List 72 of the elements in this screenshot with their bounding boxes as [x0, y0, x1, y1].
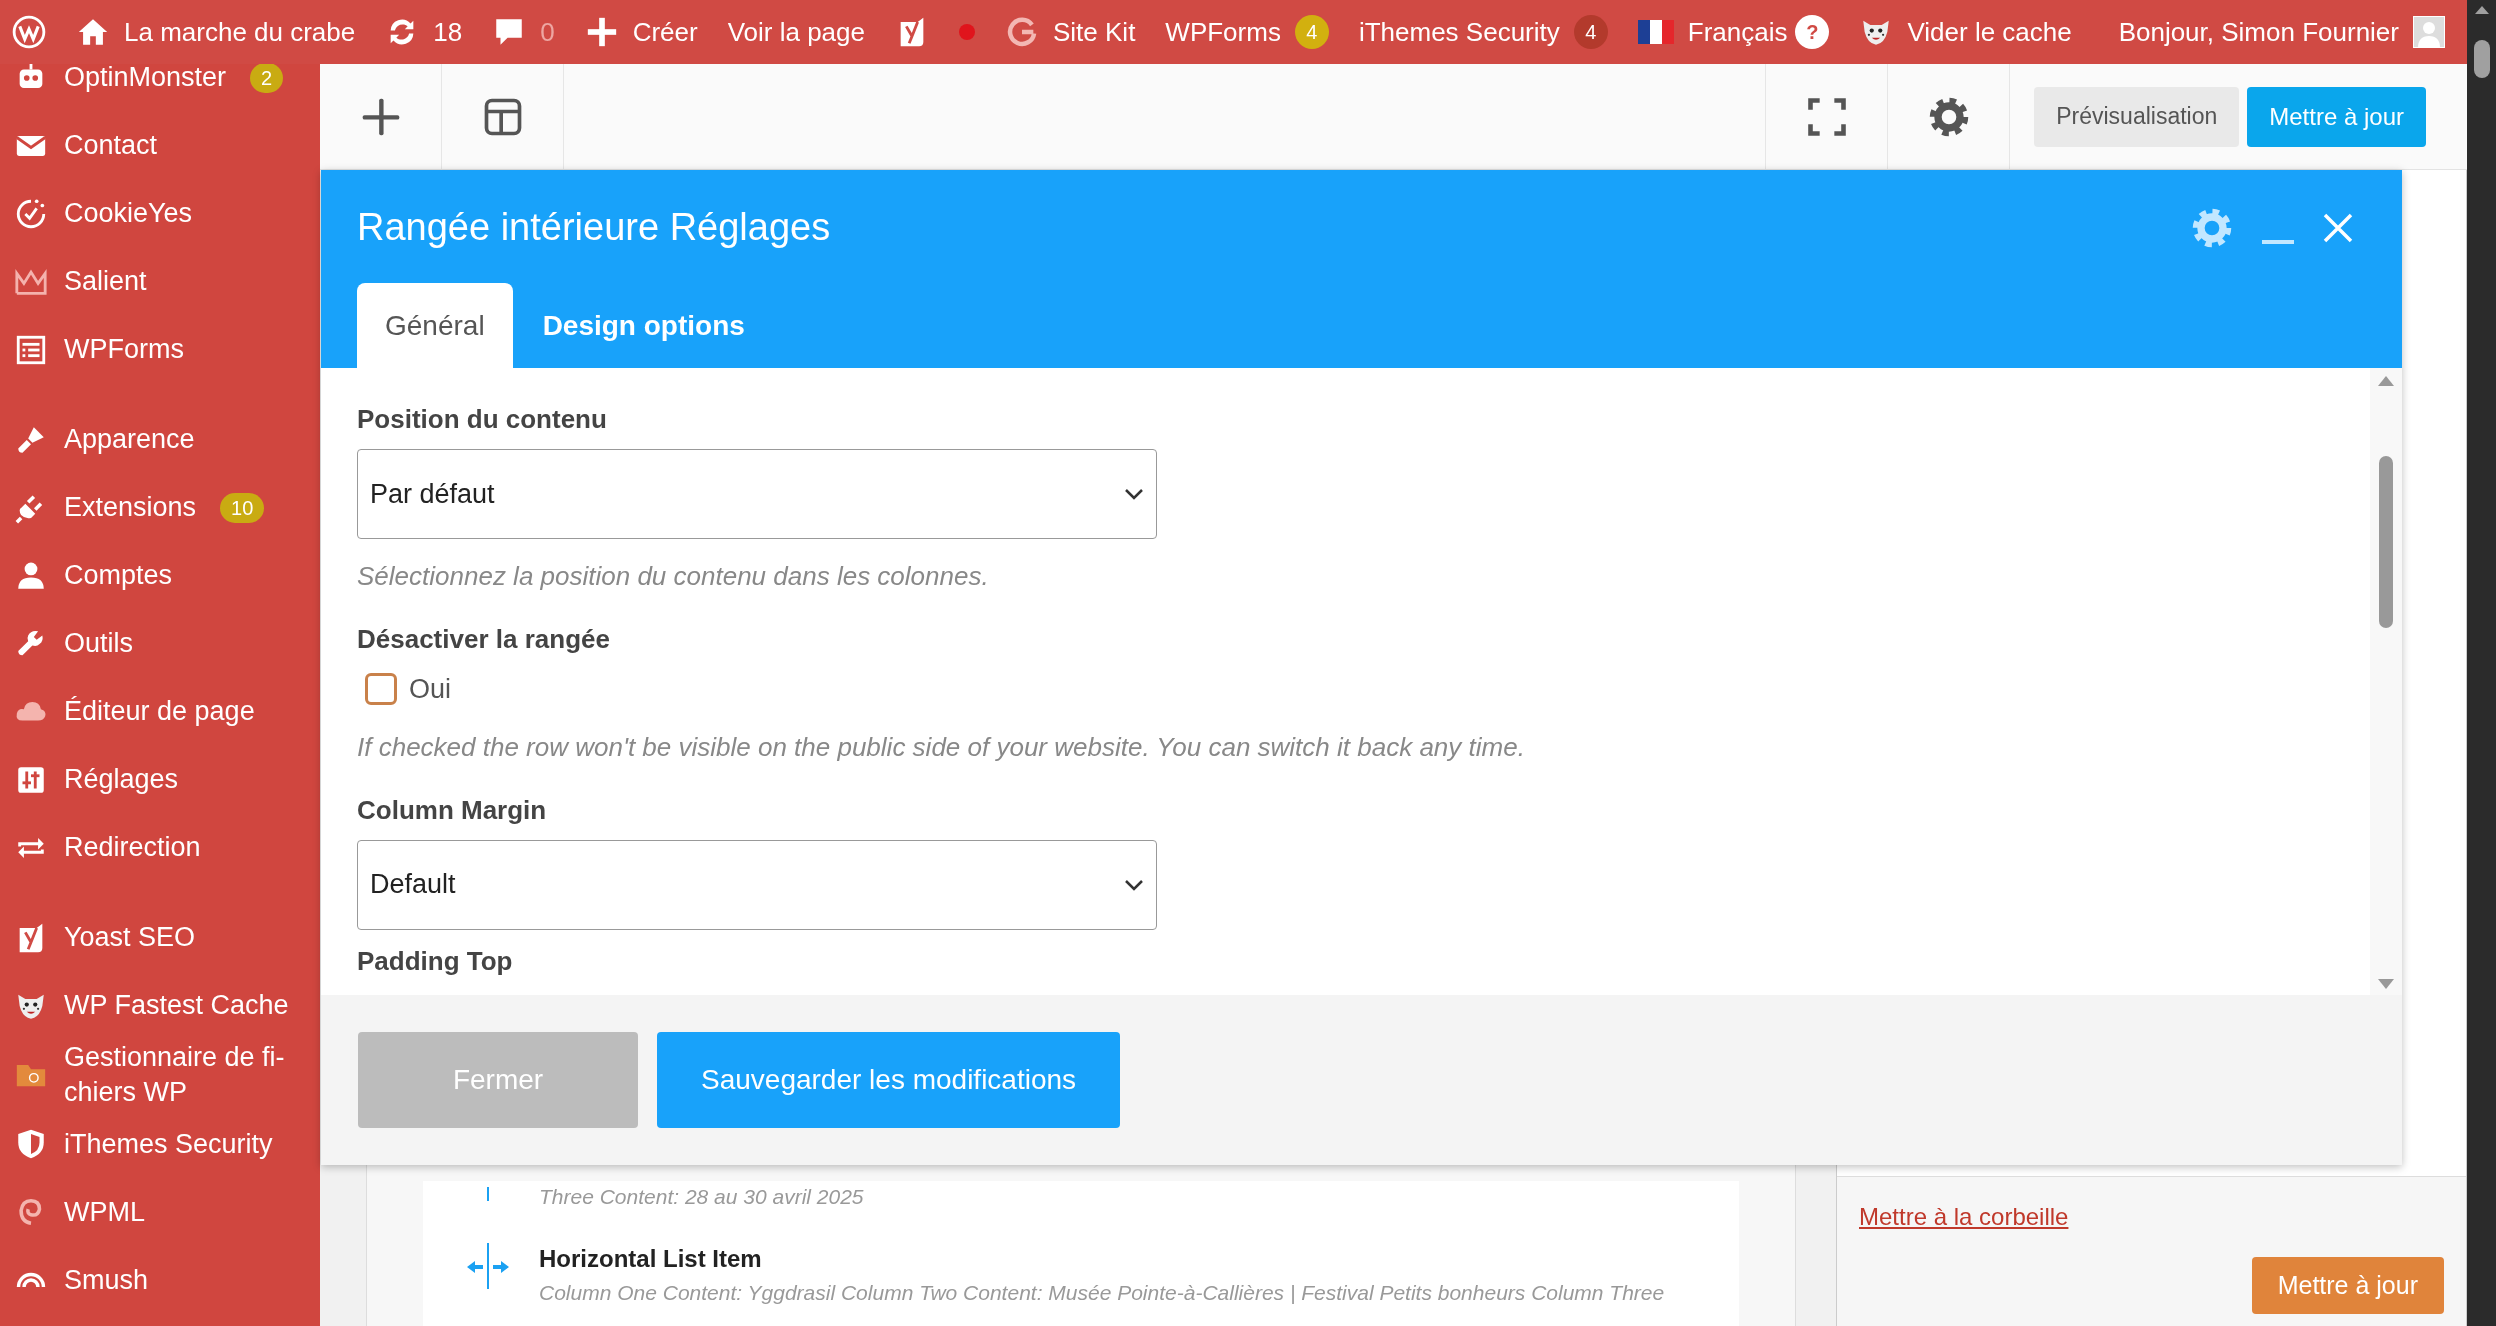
sidebar-item[interactable]: Yoast SEO — [0, 904, 320, 972]
sidebar-item[interactable]: Outils — [0, 610, 320, 678]
chevron-down-icon — [1124, 878, 1144, 891]
sidebar-item[interactable]: WP Fastest Cache — [0, 972, 320, 1040]
menu-link[interactable]: Vider le cache — [1907, 12, 2072, 52]
menu-link[interactable]: Français — [1687, 12, 1788, 52]
tab[interactable]: Général — [357, 283, 513, 368]
minimize-icon — [2262, 239, 2294, 244]
sidebar-item[interactable]: Gestionnaire de fi- chiers WP — [0, 1040, 320, 1111]
close-icon — [2322, 211, 2354, 244]
google-logo-icon — [1005, 15, 1039, 49]
sidebar-item[interactable]: Comptes — [0, 542, 320, 610]
scrollbar[interactable] — [2370, 368, 2402, 995]
sidebar-item[interactable]: OptinMonster 2 — [0, 64, 320, 112]
scrollbar-thumb[interactable] — [2474, 40, 2490, 78]
help-button[interactable]: ? — [1795, 15, 1830, 49]
menu-link[interactable]: 18 — [433, 12, 463, 52]
sidebar-item[interactable]: Contact — [0, 112, 320, 180]
menu-link[interactable]: WPForms — [1165, 12, 1281, 52]
select-field[interactable]: Par défaut — [357, 449, 1157, 539]
browser-scrollbar[interactable] — [2467, 0, 2496, 1326]
scrollbar-thumb[interactable] — [2379, 456, 2393, 628]
avatar-icon — [2413, 16, 2445, 48]
save-button[interactable]: Sauvegarder les modifications — [657, 1032, 1121, 1128]
tab[interactable]: Design options — [514, 283, 773, 368]
preview-button[interactable]: Prévisualisation — [2034, 86, 2240, 147]
divider-line — [487, 1186, 489, 1201]
element-description: Column One Content: Yggdrasil Column Two Content: Musée Pointe-à-Callières | Festival Petits bonheurs Column Three — [539, 1279, 1665, 1306]
help-text: Sélectionnez la position du contenu dans les colonnes. — [357, 560, 990, 593]
checkbox-label[interactable]: Oui — [409, 669, 452, 710]
help-text: If checked the row won't be visible on the public side of your website. You can switch it back any time. — [357, 730, 1526, 764]
menu-link[interactable]: iThemes Security — [1358, 12, 1560, 52]
count-badge: 4 — [1294, 15, 1329, 49]
field-label: Column Margin — [357, 793, 548, 827]
count-badge: 4 — [1573, 15, 1608, 49]
element-description: Three Content: 28 au 30 avril 2025 — [539, 1184, 864, 1210]
update-button[interactable]: Mettre à jour — [2251, 1256, 2444, 1314]
sidebar-item[interactable]: iThemes Security — [0, 1110, 320, 1179]
count-badge: 2 — [250, 64, 284, 93]
cookie-check-icon — [14, 197, 48, 231]
account-link[interactable]: Bonjour, Simon Fournier — [2118, 12, 2399, 52]
sidebar-item[interactable]: Salient — [0, 248, 320, 316]
concentric-arcs-icon — [14, 1271, 48, 1290]
sidebar-item[interactable]: Apparence — [0, 406, 320, 474]
scroll-down-icon — [2378, 977, 2394, 989]
sidebar-item[interactable]: Extensions 10 — [0, 474, 320, 542]
update-button[interactable]: Mettre à jour — [2247, 86, 2426, 147]
wordpress-logo-icon[interactable] — [12, 15, 46, 49]
element-title: Horizontal List Item — [539, 1243, 763, 1274]
menu-link[interactable]: La marche du crabe — [124, 12, 356, 52]
select-field[interactable]: Default — [357, 839, 1157, 930]
field-label: Position du contenu — [357, 403, 608, 436]
sidebar-item[interactable]: WPForms — [0, 316, 320, 384]
menu-link[interactable]: Créer — [632, 12, 698, 52]
trash-link[interactable]: Mettre à la corbeille — [1859, 1198, 2069, 1235]
sidebar-item[interactable]: Réglages — [0, 746, 320, 814]
sidebar-item[interactable]: Redirection — [0, 814, 320, 882]
sidebar-item[interactable]: CookieYes — [0, 180, 320, 248]
sidebar-item[interactable]: WPML — [0, 1178, 320, 1247]
scroll-up-icon — [2378, 374, 2394, 386]
scroll-up-icon — [2474, 4, 2490, 16]
chevron-down-icon — [1124, 488, 1144, 500]
field-label: Désactiver la rangée — [357, 623, 611, 656]
sidebar-item[interactable]: Éditeur de page — [0, 678, 320, 746]
field-label: Padding Top — [357, 944, 514, 978]
form-icon — [14, 333, 48, 367]
count-badge: 10 — [220, 493, 265, 523]
dialog-title: Rangée intérieure Réglages — [357, 205, 832, 250]
checkbox[interactable] — [365, 673, 397, 706]
menu-link[interactable]: Voir la page — [727, 12, 865, 52]
menu-link[interactable]: Site Kit — [1053, 12, 1136, 52]
sidebar-item[interactable]: Smush — [0, 1246, 320, 1315]
